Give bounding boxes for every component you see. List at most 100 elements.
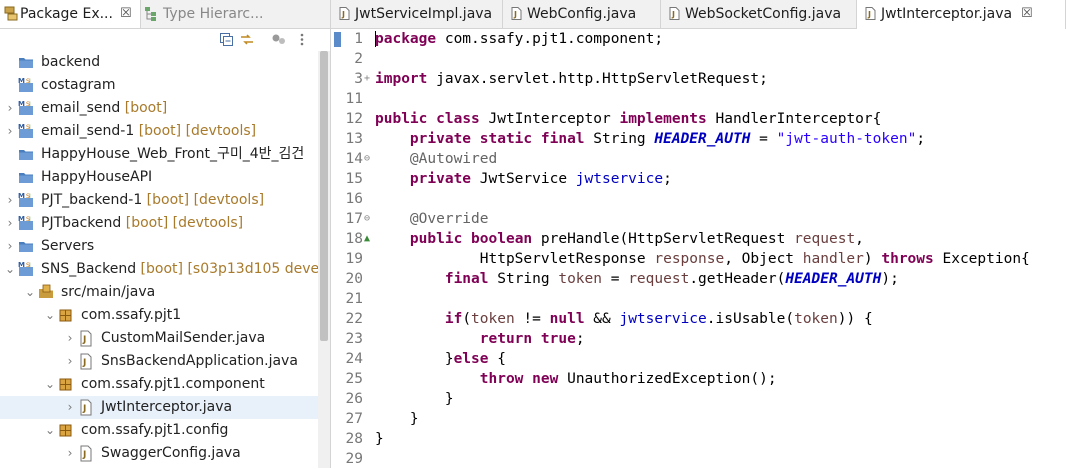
collapse-all-icon[interactable] bbox=[220, 33, 234, 46]
close-icon[interactable]: ☒ bbox=[1021, 0, 1033, 28]
tree-item[interactable]: M S J costagram bbox=[0, 74, 318, 97]
code-editor[interactable]: 1 package com.ssafy.pjt1.component; 2 3 + imp… bbox=[331, 29, 1066, 468]
chevron-down-icon[interactable]: ⌄ bbox=[44, 376, 56, 392]
tree-item[interactable]: › J CustomMailSender.java bbox=[0, 327, 318, 350]
code-text: import javax.servlet.http.HttpServletReq… bbox=[375, 69, 768, 89]
chevron-right-icon[interactable] bbox=[4, 169, 16, 185]
code-line[interactable]: 28} bbox=[331, 429, 1066, 449]
chevron-right-icon[interactable]: › bbox=[64, 399, 76, 415]
tree-item[interactable]: HappyHouseAPI bbox=[0, 166, 318, 189]
code-line[interactable]: 12 public class JwtInterceptor implements… bbox=[331, 109, 1066, 129]
tree-item[interactable]: ⌄ com.ssafy.pjt1.config bbox=[0, 419, 318, 442]
chevron-right-icon[interactable] bbox=[4, 77, 16, 93]
tree-item-name: costagram bbox=[41, 77, 116, 93]
tree-item[interactable]: ⌄ src/main/java bbox=[0, 281, 318, 304]
tree-item[interactable]: › M S J PJTbackend [boot] [devtools] bbox=[0, 212, 318, 235]
code-line[interactable]: 11 bbox=[331, 89, 1066, 109]
chevron-right-icon[interactable]: › bbox=[4, 123, 16, 139]
chevron-down-icon[interactable]: ⌄ bbox=[4, 261, 16, 277]
code-token: private bbox=[409, 171, 472, 187]
tree-scrollbar[interactable] bbox=[318, 51, 330, 468]
tree-item-label: com.ssafy.pjt1.component bbox=[81, 373, 265, 396]
code-line[interactable]: 15 private JwtService jwtservice; bbox=[331, 169, 1066, 189]
tab-package-explorer[interactable]: Package Ex... ☒ bbox=[0, 0, 141, 28]
expand-fold-icon[interactable]: + bbox=[364, 69, 374, 89]
maven-project-icon: MSJ bbox=[18, 192, 33, 207]
code-line[interactable]: 23 return true; bbox=[331, 329, 1066, 349]
code-text: if(token != null && jwtservice.isUsable(… bbox=[375, 309, 873, 329]
tree-item[interactable]: › J JwtInterceptor.java bbox=[0, 396, 318, 419]
tree-item[interactable]: ⌄ com.ssafy.pjt1 bbox=[0, 304, 318, 327]
collapse-fold-icon[interactable]: ⊖ bbox=[364, 209, 374, 229]
code-text: }else { bbox=[375, 349, 506, 369]
tree-item[interactable]: HappyHouse_Web_Front_구미_4반_김건 bbox=[0, 143, 318, 166]
svg-text:J: J bbox=[82, 335, 86, 345]
tree-item[interactable]: ⌄ M S J SNS_Backend [boot] [s03p13d105 deve bbox=[0, 258, 319, 281]
chevron-right-icon[interactable]: › bbox=[64, 445, 76, 461]
tree-item-name: CustomMailSender.java bbox=[101, 330, 266, 346]
code-line[interactable]: 21 bbox=[331, 289, 1066, 309]
tree-item[interactable]: › J SnsBackendApplication.java bbox=[0, 350, 318, 373]
tree-item[interactable]: ⌄ com.ssafy.pjt1.component bbox=[0, 373, 318, 396]
close-icon[interactable]: ☒ bbox=[120, 0, 132, 28]
tree-item-decoration: [boot] [devtools] bbox=[121, 215, 244, 231]
filter-icon[interactable] bbox=[272, 33, 286, 46]
editor-tab[interactable]: J WebSocketConfig.java bbox=[661, 0, 857, 28]
code-line[interactable]: 29 bbox=[331, 449, 1066, 469]
code-line[interactable]: 24 }else { bbox=[331, 349, 1066, 369]
svg-text:M: M bbox=[18, 123, 25, 131]
code-line[interactable]: 20 final String token = request.getHeade… bbox=[331, 269, 1066, 289]
tree-item[interactable]: › Servers bbox=[0, 235, 318, 258]
code-line[interactable]: 1 package com.ssafy.pjt1.component; bbox=[331, 29, 1066, 49]
chevron-down-icon[interactable]: ⌄ bbox=[24, 284, 36, 300]
editor-tab[interactable]: J JwtInterceptor.java ☒ bbox=[857, 0, 1066, 29]
view-menu-icon[interactable] bbox=[295, 33, 309, 46]
source-folder-icon bbox=[39, 284, 53, 298]
tree-item[interactable]: backend bbox=[0, 51, 318, 74]
chevron-right-icon[interactable] bbox=[4, 146, 16, 162]
tree-item[interactable]: › J SwaggerConfig.java bbox=[0, 442, 318, 465]
chevron-right-icon[interactable]: › bbox=[4, 238, 16, 254]
tab-type-hierarchy[interactable]: Type Hierarc... bbox=[141, 0, 271, 28]
editor-tab[interactable]: J JwtServiceImpl.java bbox=[331, 0, 503, 28]
link-with-editor-icon[interactable] bbox=[240, 33, 254, 46]
tree-item[interactable]: › M S J PJT_backend-1 [boot] [devtools] bbox=[0, 189, 318, 212]
code-token: public bbox=[409, 231, 463, 247]
code-line[interactable]: 14 ⊖ @Autowired bbox=[331, 149, 1066, 169]
chevron-right-icon[interactable]: › bbox=[64, 353, 76, 369]
collapse-fold-icon[interactable]: ⊖ bbox=[364, 149, 374, 169]
code-token: request bbox=[628, 271, 690, 287]
chevron-right-icon[interactable]: › bbox=[4, 100, 16, 116]
tree-item[interactable]: › M S J email_send [boot] bbox=[0, 97, 318, 120]
chevron-down-icon[interactable]: ⌄ bbox=[44, 307, 56, 323]
code-line[interactable]: 26 } bbox=[331, 389, 1066, 409]
chevron-right-icon[interactable]: › bbox=[4, 192, 16, 208]
tree-scrollbar-thumb[interactable] bbox=[320, 51, 328, 341]
code-line[interactable]: 2 bbox=[331, 49, 1066, 69]
code-line[interactable]: 13 private static final String HEADER_AU… bbox=[331, 129, 1066, 149]
code-line[interactable]: 27 } bbox=[331, 409, 1066, 429]
code-line[interactable]: 25 throw new UnauthorizedException(); bbox=[331, 369, 1066, 389]
editor-tab[interactable]: J WebConfig.java bbox=[503, 0, 661, 28]
line-number: 13 bbox=[345, 131, 363, 147]
chevron-right-icon[interactable]: › bbox=[64, 330, 76, 346]
line-number: 23 bbox=[345, 331, 363, 347]
chevron-right-icon[interactable] bbox=[4, 54, 16, 70]
maven-project-icon: MSJ bbox=[18, 100, 33, 115]
code-line[interactable]: 19 HttpServletResponse response, Object … bbox=[331, 249, 1066, 269]
override-marker-icon[interactable]: ▲ bbox=[364, 229, 374, 249]
code-line[interactable]: 22 if(token != null && jwtservice.isUsab… bbox=[331, 309, 1066, 329]
code-line[interactable]: 18 ▲ public boolean preHandle(HttpServlet… bbox=[331, 229, 1066, 249]
chevron-down-icon[interactable]: ⌄ bbox=[44, 422, 56, 438]
code-line[interactable]: 16 bbox=[331, 189, 1066, 209]
code-line[interactable]: 3 + import javax.servlet.http.HttpServletR… bbox=[331, 69, 1066, 89]
chevron-right-icon[interactable]: › bbox=[4, 215, 16, 231]
folder-icon bbox=[19, 242, 33, 252]
tree-item[interactable]: › M S J email_send-1 [boot] [devtools] bbox=[0, 120, 318, 143]
code-line[interactable]: 17 ⊖ @Override bbox=[331, 209, 1066, 229]
code-token: package bbox=[375, 31, 437, 47]
package-explorer-panel: Package Ex... ☒ Type Hierarc... backend … bbox=[0, 0, 331, 468]
